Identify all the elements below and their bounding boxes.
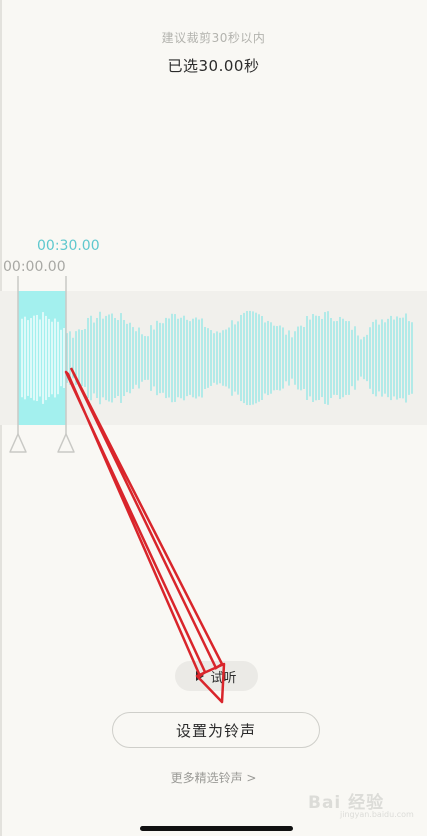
end-handle-triangle-icon[interactable] bbox=[57, 433, 75, 453]
set-as-ringtone-button[interactable]: 设置为铃声 bbox=[112, 712, 320, 748]
trim-hint: 建议裁剪30秒以内 bbox=[161, 31, 266, 45]
play-icon bbox=[196, 671, 205, 681]
trim-handles[interactable] bbox=[0, 276, 80, 456]
home-indicator bbox=[140, 826, 293, 831]
preview-label: 试听 bbox=[210, 670, 237, 686]
start-handle-triangle-icon[interactable] bbox=[9, 433, 27, 453]
more-ringtones-link[interactable]: 更多精选铃声 > bbox=[0, 769, 427, 786]
selection-start-time: 00:00.00 bbox=[3, 259, 66, 275]
watermark-url: jingyan.baidu.com bbox=[340, 810, 414, 819]
selected-duration: 已选30.00秒 bbox=[167, 57, 260, 75]
selection-end-time: 00:30.00 bbox=[37, 238, 100, 254]
preview-button[interactable]: 试听 bbox=[175, 661, 258, 691]
